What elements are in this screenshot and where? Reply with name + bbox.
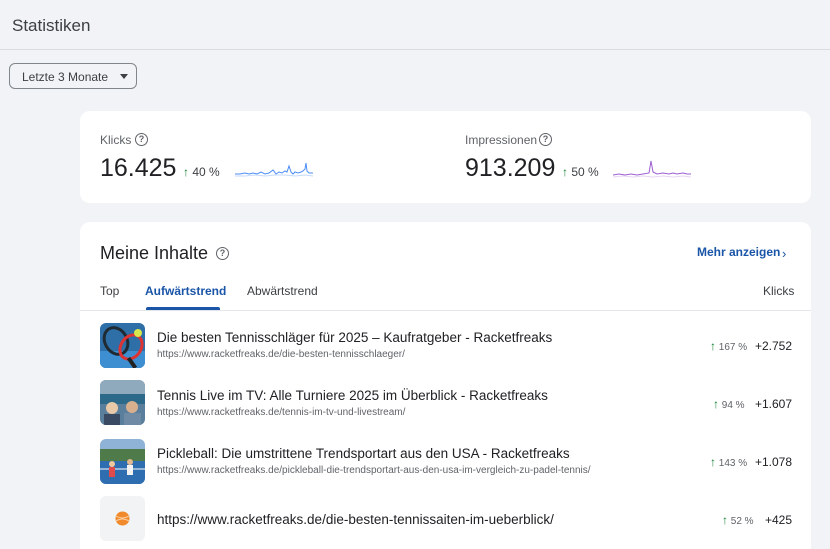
section-title: Meine Inhalte bbox=[100, 243, 209, 263]
date-range-label: Letzte 3 Monate bbox=[22, 70, 109, 84]
clicks-change: ↑ 40 % bbox=[183, 165, 220, 179]
row-clicks: +1.078 bbox=[754, 455, 792, 469]
impressions-change-value: 50 % bbox=[571, 165, 599, 179]
impressions-label: Impressionen bbox=[465, 133, 538, 147]
impressions-value: 913.209 bbox=[465, 154, 556, 182]
row-title[interactable]: Die besten Tennisschläger für 2025 – Kau… bbox=[157, 330, 552, 345]
list-item[interactable]: Tennis Live im TV: Alle Turniere 2025 im… bbox=[80, 380, 811, 436]
arrow-up-icon: ↑ bbox=[183, 165, 189, 179]
list-item[interactable]: https://www.racketfreaks.de/die-besten-t… bbox=[80, 496, 811, 549]
impressions-sparkline bbox=[613, 160, 691, 178]
impressions-change: ↑ 50 % bbox=[562, 165, 599, 179]
show-more-link[interactable]: Mehr anzeigen bbox=[697, 245, 780, 259]
tennis-ball-icon bbox=[100, 496, 145, 541]
page-header: Statistiken bbox=[0, 0, 830, 50]
arrow-up-icon: ↑ bbox=[722, 513, 728, 527]
help-icon[interactable]: ? bbox=[135, 133, 148, 146]
clicks-column-header: Klicks bbox=[763, 284, 795, 298]
list-item[interactable]: Pickleball: Die umstrittene Trendsportar… bbox=[80, 438, 811, 494]
help-icon[interactable]: ? bbox=[539, 133, 552, 146]
clicks-sparkline bbox=[235, 162, 313, 177]
row-clicks: +2.752 bbox=[754, 339, 792, 353]
chevron-right-icon[interactable]: › bbox=[782, 246, 786, 261]
divider bbox=[80, 310, 811, 311]
arrow-up-icon: ↑ bbox=[710, 339, 716, 353]
arrow-up-icon: ↑ bbox=[562, 165, 568, 179]
chevron-down-icon bbox=[120, 74, 128, 79]
arrow-up-icon: ↑ bbox=[713, 397, 719, 411]
thumbnail-tennis-tv bbox=[100, 380, 145, 425]
stats-card: Klicks ? 16.425 ↑ 40 % Impressionen ? 91… bbox=[80, 111, 811, 203]
row-url: https://www.racketfreaks.de/tennis-im-tv… bbox=[157, 407, 406, 418]
thumbnail-rackets bbox=[100, 323, 145, 368]
row-clicks: +425 bbox=[764, 513, 792, 527]
list-item[interactable]: Die besten Tennisschläger für 2025 – Kau… bbox=[80, 322, 811, 378]
clicks-label: Klicks bbox=[100, 133, 132, 147]
thumbnail-pickleball bbox=[100, 439, 145, 484]
clicks-change-value: 40 % bbox=[192, 165, 220, 179]
row-title[interactable]: Pickleball: Die umstrittene Trendsportar… bbox=[157, 446, 570, 461]
row-url: https://www.racketfreaks.de/die-besten-t… bbox=[157, 349, 405, 360]
arrow-up-icon: ↑ bbox=[710, 455, 716, 469]
clicks-value: 16.425 bbox=[100, 154, 177, 182]
content-card: Meine Inhalte ? Mehr anzeigen › Top Aufw… bbox=[80, 222, 811, 549]
date-range-dropdown[interactable]: Letzte 3 Monate bbox=[9, 63, 137, 89]
tab-top[interactable]: Top bbox=[100, 284, 119, 298]
help-icon[interactable]: ? bbox=[216, 247, 229, 260]
row-title[interactable]: Tennis Live im TV: Alle Turniere 2025 im… bbox=[157, 388, 548, 403]
tab-downtrend[interactable]: Abwärtstrend bbox=[247, 284, 318, 298]
row-url: https://www.racketfreaks.de/pickleball-d… bbox=[157, 465, 591, 476]
page-title: Statistiken bbox=[12, 16, 91, 35]
row-clicks: +1.607 bbox=[754, 397, 792, 411]
row-title[interactable]: https://www.racketfreaks.de/die-besten-t… bbox=[157, 512, 554, 527]
tab-uptrend[interactable]: Aufwärtstrend bbox=[145, 284, 226, 298]
